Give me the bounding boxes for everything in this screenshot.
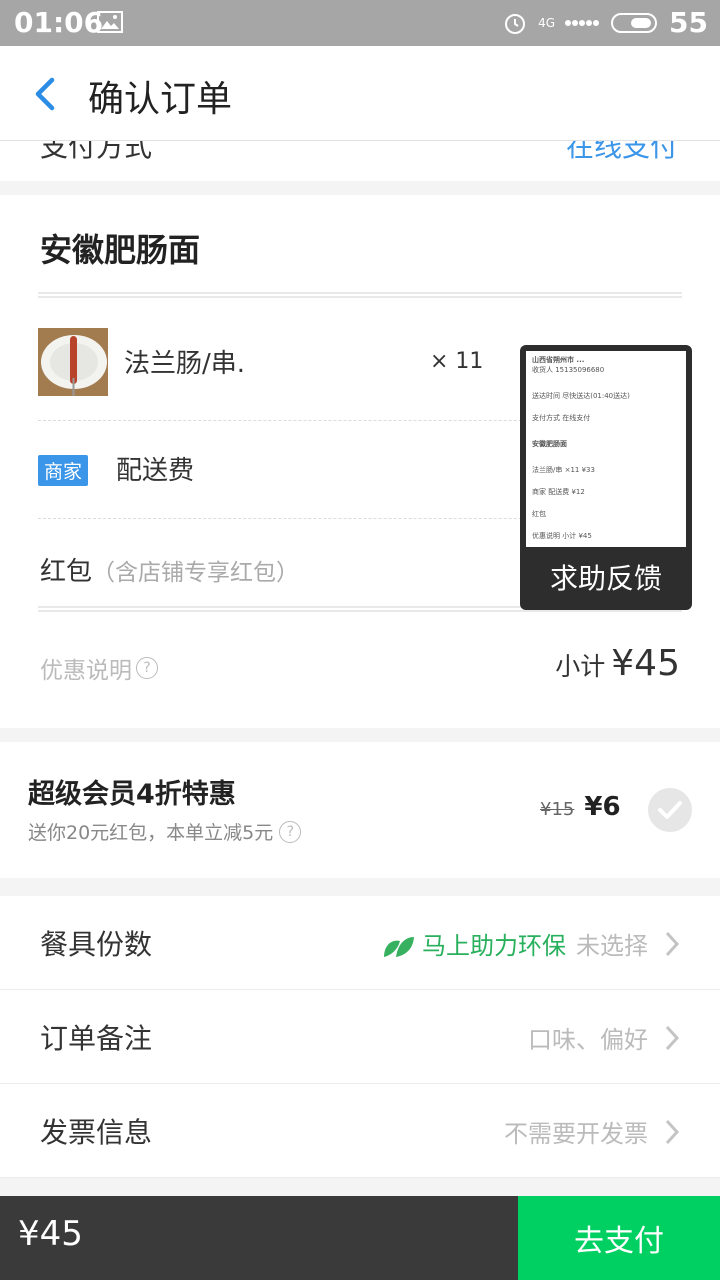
payment-method-value: 在线支付: [565, 141, 678, 163]
vip-card[interactable]: 超级会员4折特惠 送你20元红包，本单立减5元 ? ¥15 ¥6: [0, 742, 720, 878]
checkout-bar: ¥45 去支付: [0, 1196, 720, 1280]
eco-text: 马上助力环保: [422, 932, 566, 960]
promo-label: 优惠说明: [40, 658, 132, 684]
item-name: 法兰肠/串.: [124, 349, 246, 379]
tableware-status: 未选择: [576, 932, 648, 960]
mini-line: 法兰肠/串 ×11 ¥33: [532, 466, 595, 474]
shop-name: 安徽肥肠面: [40, 231, 201, 269]
delivery-fee-label: 配送费: [116, 456, 195, 486]
item-quantity: × 11: [430, 349, 484, 374]
battery-level: 55: [669, 6, 708, 39]
payment-method-row[interactable]: 支付方式 在线支付: [0, 141, 720, 181]
invoice-label: 发票信息: [40, 1116, 153, 1149]
pay-button[interactable]: 去支付: [518, 1196, 720, 1280]
status-time: 01:06: [14, 6, 104, 39]
subtotal-label: 小计: [555, 652, 606, 681]
mini-line: 优惠说明 小计 ¥45: [532, 532, 592, 540]
back-arrow-icon[interactable]: [28, 74, 60, 114]
tableware-row[interactable]: 餐具份数 马上助力环保 未选择: [0, 896, 720, 990]
page-title: 确认订单: [88, 79, 233, 120]
vip-old-price: ¥15: [540, 799, 575, 820]
vip-new-price: ¥6: [584, 792, 621, 822]
payment-method-label: 支付方式: [40, 141, 153, 163]
invoice-row[interactable]: 发票信息 不需要开发票: [0, 1084, 720, 1178]
signal-icon: [565, 19, 600, 26]
promo-explain[interactable]: 优惠说明 ?: [40, 651, 158, 685]
help-icon[interactable]: ?: [279, 820, 302, 843]
mini-line: 红包: [532, 510, 546, 518]
vip-check-toggle[interactable]: [648, 788, 692, 832]
battery-icon: [611, 12, 658, 33]
options-card: 餐具份数 马上助力环保 未选择 订单备注 口味、偏好 发票信息 不需要开发票: [0, 896, 720, 1178]
network-type: 4G: [538, 15, 556, 30]
mini-line: 支付方式 在线支付: [532, 414, 591, 422]
redpacket-row[interactable]: 红包（含店铺专享红包）: [40, 551, 299, 588]
leaf-icon: [384, 937, 414, 957]
status-right: 4G 55: [502, 6, 708, 39]
total-amount: ¥45: [18, 1214, 83, 1254]
tableware-label: 餐具份数: [40, 928, 153, 961]
chevron-right-icon: [665, 1119, 680, 1145]
feedback-screenshot-thumbnail: 山西省朔州市 ... 收货人 15135096680 送达时间 尽快送达(01:…: [526, 351, 686, 547]
chevron-right-icon: [665, 1025, 680, 1051]
invoice-value: 不需要开发票: [504, 1120, 648, 1148]
merchant-tag: 商家: [38, 455, 89, 486]
item-thumbnail: [38, 328, 108, 396]
redpacket-label: 红包: [40, 557, 93, 587]
mini-line: 安徽肥肠面: [532, 440, 567, 448]
alarm-icon: [505, 13, 526, 34]
mini-line: 送达时间 尽快送达(01:40送达): [532, 392, 630, 400]
vip-price: ¥15 ¥6: [540, 792, 621, 822]
vip-subtitle-row: 送你20元红包，本单立减5元 ?: [28, 818, 302, 845]
vip-title: 超级会员4折特惠: [28, 779, 236, 810]
title-bar: 确认订单: [0, 46, 720, 141]
mini-line: 商家 配送费 ¥12: [532, 488, 585, 496]
vip-subtitle: 送你20元红包，本单立减5元: [28, 822, 274, 844]
image-notification-icon: [97, 11, 123, 33]
mini-line: 收货人 15135096680: [532, 366, 605, 374]
checkmark-icon: [658, 801, 682, 819]
feedback-label: 求助反馈: [549, 562, 662, 595]
subtotal: 小计 ¥45: [555, 643, 680, 684]
divider: [38, 292, 682, 298]
chevron-right-icon: [665, 931, 680, 957]
feedback-overlay[interactable]: 山西省朔州市 ... 收货人 15135096680 送达时间 尽快送达(01:…: [520, 345, 692, 610]
order-note-label: 订单备注: [40, 1022, 153, 1055]
help-icon[interactable]: ?: [136, 657, 158, 679]
order-note-value: 口味、偏好: [528, 1026, 648, 1054]
tableware-value: 马上助力环保 未选择: [382, 926, 648, 961]
redpacket-sub: （含店铺专享红包）: [92, 560, 300, 586]
status-bar: 01:06 4G 55: [0, 0, 720, 46]
subtotal-amount: ¥45: [611, 643, 680, 684]
mini-line: 山西省朔州市 ...: [532, 356, 585, 364]
order-note-row[interactable]: 订单备注 口味、偏好: [0, 990, 720, 1084]
